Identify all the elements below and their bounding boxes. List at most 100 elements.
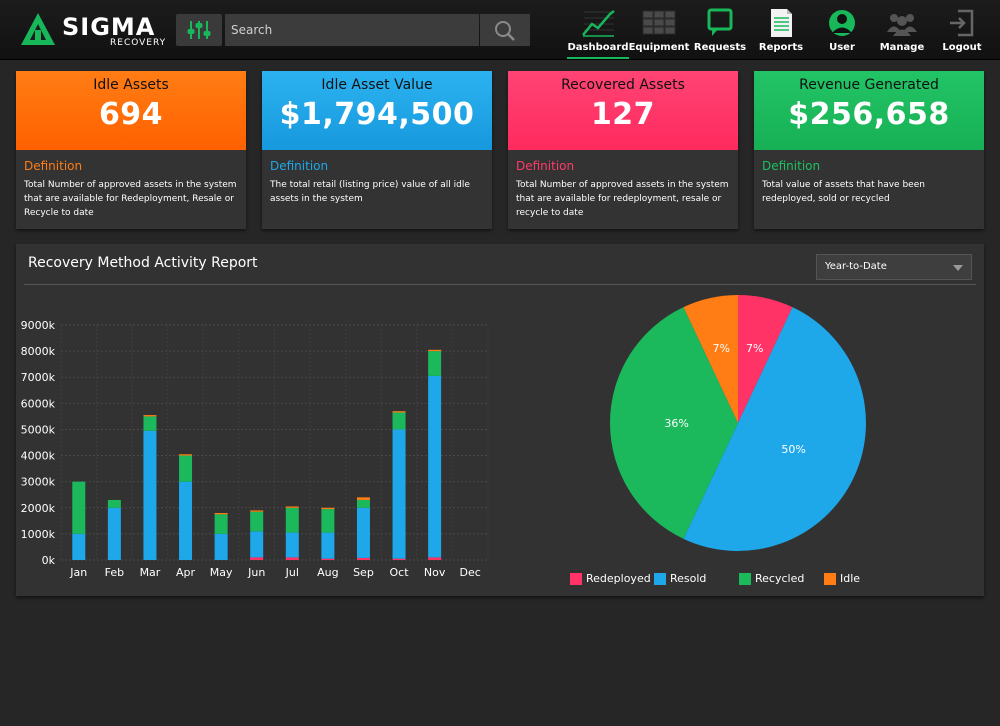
kpi-value: 694 [98, 97, 164, 132]
bar-segment-resold[interactable] [72, 533, 86, 560]
bar-segment-recycled[interactable] [321, 509, 335, 533]
sliders-icon [187, 21, 211, 39]
y-tick-label: 1000k [21, 528, 56, 541]
x-tick-label: Sep [353, 566, 374, 579]
bar-segment-resold[interactable] [285, 532, 299, 558]
bar-segment-recycled[interactable] [250, 511, 264, 532]
y-tick-label: 5000k [21, 423, 56, 436]
bar-segment-idle[interactable] [179, 454, 193, 456]
y-tick-label: 9000k [21, 319, 56, 332]
bar-segment-idle[interactable] [321, 507, 335, 510]
x-tick-label: Mar [140, 566, 161, 579]
nav-label: User [829, 42, 855, 53]
nav-user[interactable]: User [811, 6, 873, 58]
chat-bubble-icon [707, 8, 733, 36]
kpi-definition-heading: Definition [762, 159, 821, 173]
bar-segment-recycled[interactable] [179, 455, 193, 482]
kpi-description: Total value of assets that have been red… [762, 180, 925, 204]
kpi-card-revenue-generated[interactable]: Revenue Generated $256,658 Definition To… [754, 71, 984, 229]
bar-segment-idle[interactable] [356, 497, 370, 500]
kpi-value: $256,658 [788, 97, 950, 132]
bar-segment-idle[interactable] [214, 513, 228, 515]
bar-segment-idle[interactable] [428, 349, 442, 352]
nav-label: Requests [693, 42, 747, 53]
bar-segment-recycled[interactable] [107, 499, 121, 508]
bar-segment-resold[interactable] [179, 481, 193, 560]
kpi-value: 127 [590, 97, 656, 132]
legend-label: Redeployed [586, 572, 651, 585]
kpi-description: Total Number of approved assets in the s… [24, 180, 237, 218]
kpi-card-idle-assets[interactable]: Idle Assets 694 Definition Total Number … [16, 71, 246, 229]
kpi-definition-heading: Definition [516, 159, 575, 173]
group-icon [887, 14, 917, 36]
legend-label: Recycled [755, 572, 805, 585]
bar-segment-recycled[interactable] [214, 514, 228, 534]
search-button[interactable] [480, 14, 530, 46]
nav-label: Equipment [628, 42, 690, 53]
y-tick-label: 4000k [21, 450, 56, 463]
bar-segment-recycled[interactable] [143, 416, 157, 431]
bar-segment-resold[interactable] [143, 430, 157, 560]
kpi-title: Idle Assets [93, 77, 169, 93]
grid-icon [642, 10, 676, 35]
nav-dashboard[interactable]: Dashboard [567, 6, 629, 59]
bar-segment-resold[interactable] [428, 375, 442, 558]
x-tick-label: Jan [69, 566, 87, 579]
bar-segment-idle[interactable] [392, 411, 406, 413]
brand-subtitle: RECOVERY [110, 38, 167, 48]
bar-segment-recycled[interactable] [356, 499, 370, 508]
nav-manage[interactable]: Manage [871, 6, 933, 58]
bar-segment-resold[interactable] [214, 533, 228, 560]
bar-segment-idle[interactable] [143, 415, 157, 417]
document-icon [771, 9, 792, 37]
bar-segment-recycled[interactable] [285, 507, 299, 533]
legend-swatch [824, 573, 836, 585]
recovery-report-panel: Recovery Method Activity Report Year-to-… [16, 244, 984, 596]
brand-logo[interactable]: SIGMA RECOVERY [20, 12, 165, 48]
x-tick-label: May [210, 566, 233, 579]
logo-mark-icon [21, 13, 55, 45]
bar-segment-resold[interactable] [321, 532, 335, 559]
legend-label: Idle [840, 572, 861, 585]
date-range-select[interactable]: Year-to-Date [816, 254, 972, 280]
bar-segment-redeployed[interactable] [250, 557, 264, 560]
bar-segment-redeployed[interactable] [356, 557, 370, 560]
user-icon [829, 10, 855, 36]
nav-logout[interactable]: Logout [931, 6, 993, 58]
kpi-header: Revenue Generated $256,658 [754, 71, 984, 150]
divider [24, 284, 976, 285]
x-tick-label: Nov [424, 566, 446, 579]
legend-swatch [570, 573, 582, 585]
pie-chart: 7% 50% 36% 7% [610, 295, 866, 551]
search-input[interactable] [225, 14, 479, 46]
nav-requests[interactable]: Requests [689, 6, 751, 58]
bar-segment-recycled[interactable] [428, 351, 442, 376]
bar-segment-resold[interactable] [107, 507, 121, 560]
bar-segment-recycled[interactable] [392, 412, 406, 430]
bar-segment-resold[interactable] [250, 531, 264, 558]
y-tick-label: 6000k [21, 397, 56, 410]
kpi-header: Idle Asset Value $1,794,500 [262, 71, 492, 150]
bar-segment-redeployed[interactable] [392, 558, 406, 560]
filter-button[interactable] [176, 14, 222, 46]
bar-segment-redeployed[interactable] [428, 557, 442, 560]
nav-label: Reports [758, 42, 804, 53]
bar-segment-idle[interactable] [250, 510, 264, 512]
nav-equipment[interactable]: Equipment [628, 6, 690, 58]
kpi-title: Idle Asset Value [321, 77, 433, 93]
bar-segment-redeployed[interactable] [321, 558, 335, 560]
bar-segment-idle[interactable] [285, 506, 299, 508]
search-box [225, 14, 479, 46]
date-range-value: Year-to-Date [825, 261, 887, 272]
bar-segment-resold[interactable] [392, 429, 406, 559]
y-tick-label: 2000k [21, 502, 56, 515]
bar-segment-redeployed[interactable] [285, 557, 299, 560]
bar-segment-recycled[interactable] [72, 481, 86, 534]
kpi-card-idle-asset-value[interactable]: Idle Asset Value $1,794,500 Definition T… [262, 71, 492, 229]
nav-reports[interactable]: Reports [750, 6, 812, 58]
logout-icon [950, 9, 974, 37]
bar-segment-resold[interactable] [356, 507, 370, 558]
nav-label: Dashboard [567, 42, 629, 53]
kpi-card-recovered-assets[interactable]: Recovered Assets 127 Definition Total Nu… [508, 71, 738, 229]
kpi-definition-heading: Definition [270, 159, 329, 173]
